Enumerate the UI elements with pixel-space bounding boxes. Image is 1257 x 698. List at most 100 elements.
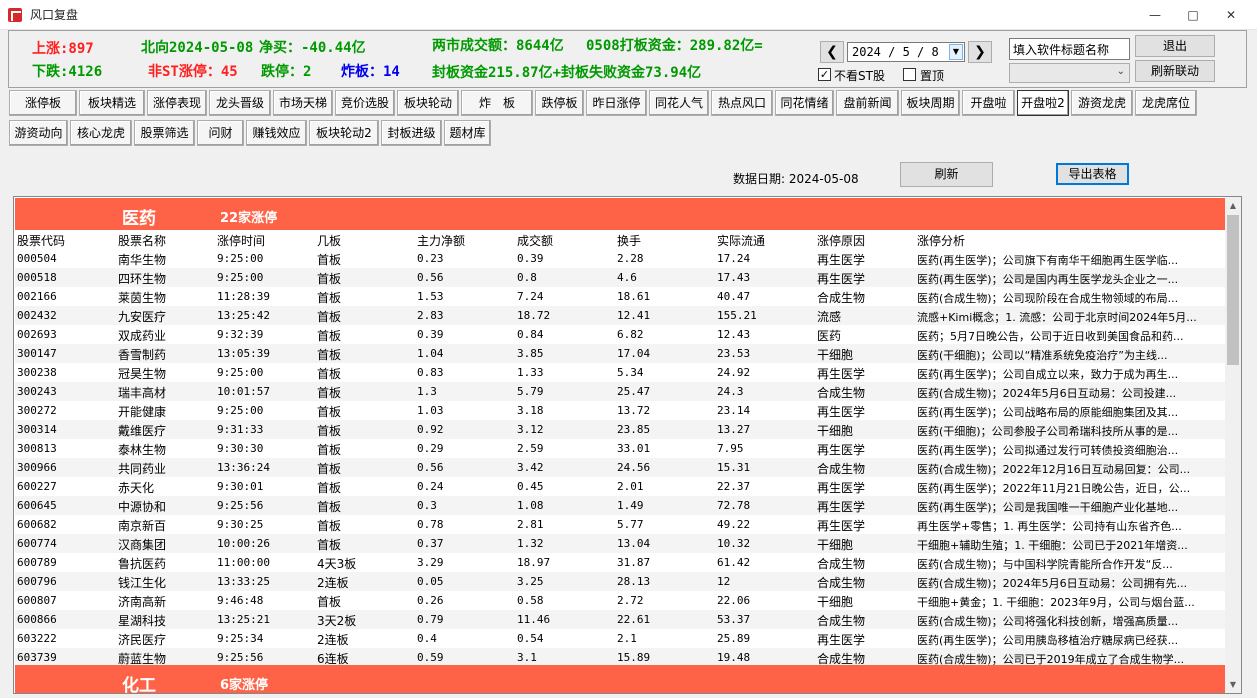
column-header[interactable]: 涨停分析	[917, 232, 965, 249]
table-row[interactable]: 300243 瑞丰高材 10:01:57 首板 1.3 5.79 25.47 24.3 合成生物…	[15, 382, 1226, 401]
tab-13[interactable]: 盘前新闻	[836, 90, 899, 116]
close-icon[interactable]: ✕	[1213, 5, 1249, 25]
refresh-button[interactable]: 刷新	[900, 162, 993, 187]
title-name-input[interactable]: 填入软件标题名称	[1009, 38, 1130, 60]
table-cell: 4.6	[617, 271, 637, 284]
scroll-thumb[interactable]	[1227, 215, 1239, 365]
column-header[interactable]: 涨停时间	[217, 232, 265, 249]
table-row[interactable]: 600796 钱江生化 13:33:25 2连板 0.05 3.25 28.13 12 合成生物…	[15, 572, 1226, 591]
tab-0[interactable]: 涨停板	[9, 90, 77, 116]
limit-up-table[interactable]: 医药 22家涨停 股票代码 股票名称 涨停时间 几板 主力净额 成交额 换手 实际流通 涨停原因…	[13, 196, 1242, 694]
table-cell: 首板	[317, 329, 342, 343]
table-row[interactable]: 600807 济南高新 9:46:48 首板 0.26 0.58 2.72 22.06 干细胞 干…	[15, 591, 1226, 610]
table-cell: 首板	[317, 538, 342, 552]
prev-date-button[interactable]: ❮	[820, 41, 844, 63]
table-row[interactable]: 300147 香雪制药 13:05:39 首板 1.04 3.85 17.04 23.53 干细…	[15, 344, 1226, 363]
table-cell: 医药；5月7日晚公告，公司于近日收到美国食品和药...	[917, 330, 1184, 343]
tab-11[interactable]: 热点风口	[711, 90, 773, 116]
tab2-6[interactable]: 封板进级	[381, 120, 442, 146]
refresh-link-button[interactable]: 刷新联动	[1135, 60, 1215, 82]
table-cell: 9:25:56	[217, 499, 264, 512]
table-row[interactable]: 000504 南华生物 9:25:00 首板 0.23 0.39 2.28 17.24 再生医学…	[15, 249, 1226, 268]
table-cell: 10:00:26	[217, 537, 270, 550]
table-row[interactable]: 600227 赤天化 9:30:01 首板 0.24 0.45 2.01 22.37 再生医学 医…	[15, 477, 1226, 496]
pin-top-checkbox[interactable]	[903, 68, 916, 81]
table-cell: 12.43	[717, 328, 751, 341]
table-cell: 医药(再生医学)；公司是我国唯一干细胞产业化基地...	[917, 501, 1179, 514]
scroll-down-icon[interactable]: ▼	[1225, 676, 1241, 693]
scroll-up-icon[interactable]: ▲	[1225, 197, 1241, 214]
tab-14[interactable]: 板块周期	[901, 90, 960, 116]
vertical-scrollbar[interactable]: ▲ ▼	[1225, 197, 1241, 693]
table-row[interactable]: 600645 中源协和 9:25:56 首板 0.3 1.08 1.49 72.78 再生医学 医…	[15, 496, 1226, 515]
date-picker[interactable]: 2024 / 5 / 8 ▼	[847, 42, 965, 62]
tab-16[interactable]: 开盘啦2	[1017, 90, 1069, 116]
tab-9[interactable]: 昨日涨停	[586, 90, 647, 116]
tab-6[interactable]: 板块轮动	[397, 90, 459, 116]
tab2-3[interactable]: 问财	[197, 120, 244, 146]
table-row[interactable]: 300272 开能健康 9:25:00 首板 1.03 3.18 13.72 23.14 再生医…	[15, 401, 1226, 420]
tab-1[interactable]: 板块精选	[79, 90, 145, 116]
non-st-limit-up: 非ST涨停：45	[148, 64, 238, 80]
column-header[interactable]: 几板	[317, 232, 341, 249]
table-cell: 0.4	[417, 632, 437, 645]
table-row[interactable]: 300813 泰林生物 9:30:30 首板 0.29 2.59 33.01 7.95 再生医学…	[15, 439, 1226, 458]
tab-3[interactable]: 龙头晋级	[209, 90, 271, 116]
table-cell: 首板	[317, 424, 342, 438]
column-header[interactable]: 股票代码	[17, 232, 65, 249]
column-header[interactable]: 换手	[617, 232, 641, 249]
table-row[interactable]: 600866 星湖科技 13:25:21 3天2板 0.79 11.46 22.61 53.3…	[15, 610, 1226, 629]
maximize-icon[interactable]: □	[1175, 5, 1211, 25]
table-row[interactable]: 002432 九安医疗 13:25:42 首板 2.83 18.72 12.41 155.21…	[15, 306, 1226, 325]
table-row[interactable]: 300314 戴维医疗 9:31:33 首板 0.92 3.12 23.85 13.27 干细胞…	[15, 420, 1226, 439]
table-cell: 医药(合成生物)；公司现阶段在合成生物领域的布局...	[917, 292, 1179, 305]
table-cell: 17.24	[717, 252, 751, 265]
table-cell: 济南高新	[118, 595, 167, 609]
table-row[interactable]: 600789 鲁抗医药 11:00:00 4天3板 3.29 18.97 31.87 61.4…	[15, 553, 1226, 572]
tab-17[interactable]: 游资龙虎	[1071, 90, 1133, 116]
exit-button[interactable]: 退出	[1135, 35, 1215, 57]
table-cell: 603222	[17, 632, 57, 645]
table-cell: 2连板	[317, 633, 349, 647]
column-header[interactable]: 成交额	[517, 232, 553, 249]
column-header[interactable]: 涨停原因	[817, 232, 865, 249]
next-date-button[interactable]: ❯	[968, 41, 992, 63]
sector-count: 22家涨停	[220, 211, 278, 226]
tab-8[interactable]: 跌停板	[535, 90, 584, 116]
column-header[interactable]: 实际流通	[717, 232, 765, 249]
chevron-down-icon[interactable]: ▼	[949, 44, 963, 60]
tab2-5[interactable]: 板块轮动2	[309, 120, 379, 146]
column-header[interactable]: 股票名称	[118, 232, 166, 249]
table-cell: 医药(干细胞)；公司以“精准系统免疫治疗”为主线...	[917, 349, 1168, 362]
tab2-7[interactable]: 题材库	[444, 120, 491, 146]
tab2-2[interactable]: 股票筛选	[134, 120, 195, 146]
tab2-0[interactable]: 游资动向	[9, 120, 68, 146]
table-row[interactable]: 600774 汉商集团 10:00:26 首板 0.37 1.32 13.04 10.32 干细…	[15, 534, 1226, 553]
tab-10[interactable]: 同花人气	[649, 90, 709, 116]
tab-7[interactable]: 炸 板	[461, 90, 533, 116]
no-st-checkbox[interactable]: ✓	[818, 68, 831, 81]
tab2-1[interactable]: 核心龙虎	[70, 120, 132, 146]
tab-4[interactable]: 市场天梯	[273, 90, 333, 116]
table-row[interactable]: 000518 四环生物 9:25:00 首板 0.56 0.8 4.6 17.43 再生医学 医药…	[15, 268, 1226, 287]
column-header[interactable]: 主力净额	[417, 232, 465, 249]
table-row[interactable]: 300966 共同药业 13:36:24 首板 0.56 3.42 24.56 15.31 合成…	[15, 458, 1226, 477]
table-cell: 医药(合成生物)；2024年5月6日互动易：公司投建...	[917, 387, 1177, 400]
tab2-4[interactable]: 赚钱效应	[246, 120, 307, 146]
table-cell: 9:30:30	[217, 442, 264, 455]
table-row[interactable]: 002166 莱茵生物 11:28:39 首板 1.53 7.24 18.61 40.47 合成…	[15, 287, 1226, 306]
tab-15[interactable]: 开盘啦	[962, 90, 1015, 116]
table-cell: 22.37	[717, 480, 751, 493]
table-row[interactable]: 600682 南京新百 9:30:25 首板 0.78 2.81 5.77 49.22 再生医学…	[15, 515, 1226, 534]
minimize-icon[interactable]: —	[1137, 5, 1173, 25]
window-select-combo[interactable]: ⌄	[1009, 63, 1130, 83]
table-row[interactable]: 300238 冠昊生物 9:25:00 首板 0.83 1.33 5.34 24.92 再生医学…	[15, 363, 1226, 382]
table-row[interactable]: 603222 济民医疗 9:25:34 2连板 0.4 0.54 2.1 25.89 再生医学 医…	[15, 629, 1226, 648]
table-cell: 25.89	[717, 632, 751, 645]
table-row[interactable]: 002693 双成药业 9:32:39 首板 0.39 0.84 6.82 12.43 医药 医药…	[15, 325, 1226, 344]
tab-12[interactable]: 同花情绪	[775, 90, 834, 116]
tab-5[interactable]: 竞价选股	[335, 90, 395, 116]
tab-18[interactable]: 龙虎席位	[1135, 90, 1197, 116]
tab-2[interactable]: 涨停表现	[147, 90, 207, 116]
export-table-button[interactable]: 导出表格	[1056, 163, 1129, 185]
